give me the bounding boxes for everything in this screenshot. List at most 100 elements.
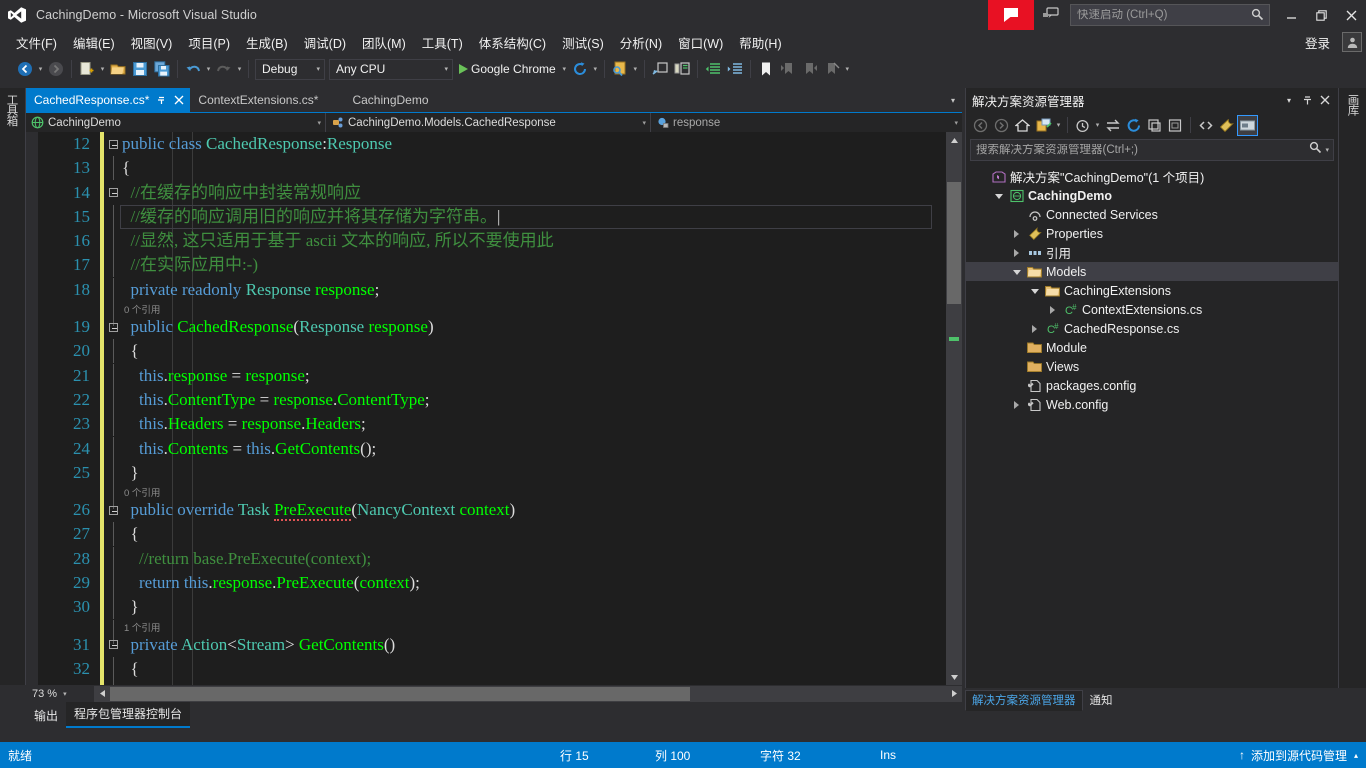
tree-item[interactable]: CachingDemo [966, 186, 1338, 205]
code-line[interactable]: 24 this.Contents = this.GetContents(); [26, 436, 932, 461]
toolbar-overflow-icon[interactable]: ▾ [843, 58, 852, 80]
code-line[interactable]: 20 { [26, 339, 932, 364]
history-icon[interactable] [1072, 115, 1093, 136]
editor-zoom-combo[interactable]: 73 % ▾ [26, 685, 92, 702]
code-line[interactable]: 15 //缓存的响应调用旧的响应并将其存储为字符串。| [26, 204, 932, 230]
code-line[interactable]: 28 //return base.PreExecute(context); [26, 546, 932, 572]
tree-item[interactable]: C # ContextExtensions.cs [966, 300, 1338, 319]
close-icon[interactable] [174, 95, 184, 105]
properties-wrench-icon[interactable] [1216, 115, 1237, 136]
sync-with-active-document-icon[interactable] [1102, 115, 1123, 136]
navigate-backward-caret-icon[interactable]: ▾ [36, 58, 45, 80]
solution-platform-combo[interactable]: Any CPU ▾ [329, 58, 453, 80]
fold-margin[interactable] [104, 656, 122, 681]
notification-icon[interactable] [1034, 0, 1068, 30]
fold-margin[interactable] [104, 498, 122, 522]
next-bookmark-icon[interactable] [799, 58, 821, 80]
footer-tab-notifications[interactable]: 通知 [1083, 690, 1120, 711]
code-line[interactable]: 23 this.Headers = response.Headers; [26, 412, 932, 437]
code-line-text[interactable]: { [122, 657, 932, 681]
code-line[interactable]: 14 //在缓存的响应中封装常规响应 [26, 180, 932, 205]
fold-margin[interactable] [104, 363, 122, 388]
code-line-text[interactable]: this.ContentType = response.ContentType; [122, 388, 932, 412]
fold-margin[interactable] [104, 132, 122, 156]
refresh-icon[interactable] [1123, 115, 1144, 136]
show-all-files-icon[interactable] [1195, 115, 1216, 136]
start-debugging-caret-icon[interactable]: ▾ [560, 58, 569, 80]
search-icon[interactable] [1251, 8, 1264, 26]
code-line[interactable]: 26 public override Task PreExecute(Nancy… [26, 498, 932, 523]
server-explorer-tab-strip[interactable]: 画库 [1338, 88, 1366, 688]
breadcrumb-project[interactable]: CachingDemo ▾ [26, 113, 326, 132]
bookmark-icon[interactable] [755, 58, 777, 80]
navigate-forward-icon[interactable] [45, 58, 67, 80]
code-line-text[interactable]: return this.response.PreExecute(context)… [122, 571, 932, 595]
tree-twisty[interactable] [990, 192, 1007, 199]
menu-item-team[interactable]: 团队(M) [354, 30, 414, 55]
tree-item[interactable]: Web.config [966, 395, 1338, 414]
editor-text-surface[interactable]: 12 public class CachedResponse:Response 13… [26, 132, 932, 685]
undo-icon[interactable] [182, 58, 204, 80]
menu-item-edit[interactable]: 编辑(E) [65, 30, 123, 55]
clear-bookmarks-icon[interactable] [821, 58, 843, 80]
fold-margin[interactable] [104, 460, 122, 485]
footer-tab-solution-explorer[interactable]: 解决方案资源管理器 [965, 690, 1083, 711]
fold-margin[interactable] [104, 204, 122, 229]
code-line[interactable]: 25 } [26, 460, 932, 486]
redo-icon[interactable] [213, 58, 235, 80]
toolbox-vertical-tab-label[interactable]: 工具箱 [5, 94, 18, 126]
refresh-browser-icon[interactable] [569, 58, 591, 80]
fold-margin[interactable] [104, 546, 122, 571]
fold-margin[interactable] [104, 156, 122, 181]
tree-item[interactable]: packages.config [966, 376, 1338, 395]
fold-margin[interactable] [104, 253, 122, 278]
fold-margin[interactable] [104, 339, 122, 364]
tree-item[interactable]: Module [966, 338, 1338, 357]
editor-horizontal-scroll-thumb[interactable] [110, 686, 690, 701]
output-dock-tab-output[interactable]: 输出 [26, 704, 66, 728]
chevron-down-icon[interactable]: ▾ [1054, 121, 1063, 129]
tree-item[interactable]: C # CachedResponse.cs [966, 319, 1338, 338]
fold-margin[interactable] [104, 315, 122, 339]
document-tab-cachedresponse[interactable]: CachedResponse.cs* [26, 88, 191, 112]
code-line[interactable]: 21 this.response = response; [26, 363, 932, 388]
tree-item[interactable]: Connected Services [966, 205, 1338, 224]
fold-margin[interactable] [104, 387, 122, 412]
new-folder-icon[interactable] [1165, 115, 1186, 136]
code-line-text[interactable]: this.Contents = this.GetContents(); [122, 437, 932, 461]
chevron-down-icon[interactable]: ▾ [632, 119, 646, 127]
preview-selected-items-icon[interactable] [1237, 114, 1258, 136]
chevron-up-icon[interactable]: ▴ [1354, 751, 1358, 760]
chevron-right-icon[interactable] [1032, 324, 1037, 333]
tree-item[interactable]: Models [966, 262, 1338, 281]
menu-item-debug[interactable]: 调试(D) [296, 30, 354, 55]
code-line[interactable]: 32 { [26, 656, 932, 682]
new-project-icon[interactable] [76, 58, 98, 80]
code-line[interactable]: 16 //显然, 这只适用于基于 ascii 文本的响应, 所以不要使用此 [26, 229, 932, 254]
menu-item-tools[interactable]: 工具(T) [414, 30, 471, 55]
find-overflow-caret-icon[interactable]: ▾ [631, 58, 640, 80]
code-line[interactable]: 19 public CachedResponse(Response respon… [26, 315, 932, 340]
code-line[interactable]: 29 return this.response.PreExecute(conte… [26, 571, 932, 596]
find-in-files-icon[interactable] [609, 58, 631, 80]
chevron-down-icon[interactable]: ▾ [308, 65, 320, 73]
chevron-down-icon[interactable]: ▾ [1280, 90, 1298, 110]
code-line[interactable]: 27 { [26, 522, 932, 547]
start-debugging-button[interactable]: Google Chrome [455, 62, 560, 76]
menu-item-architecture[interactable]: 体系结构(C) [471, 30, 554, 55]
tree-item[interactable]: CachingExtensions [966, 281, 1338, 300]
fold-margin[interactable] [104, 229, 122, 254]
menu-item-view[interactable]: 视图(V) [123, 30, 181, 55]
code-line-text[interactable]: //缓存的响应调用旧的响应并将其存储为字符串。| [122, 205, 932, 229]
menu-item-window[interactable]: 窗口(W) [670, 30, 731, 55]
code-editor[interactable]: 12 public class CachedResponse:Response 13… [26, 132, 962, 685]
editor-vertical-scrollbar[interactable] [946, 132, 962, 685]
save-icon[interactable] [129, 58, 151, 80]
tab-overflow-icon[interactable]: ▾ [944, 88, 962, 112]
solution-explorer-search-input[interactable] [971, 144, 1271, 156]
code-line-text[interactable]: } [122, 461, 932, 485]
code-line-text[interactable]: //显然, 这只适用于基于 ascii 文本的响应, 所以不要使用此 [122, 229, 932, 253]
comment-selection-icon[interactable] [649, 58, 671, 80]
tree-twisty[interactable] [1008, 400, 1025, 409]
breadcrumb-member[interactable]: response ▾ [651, 113, 962, 132]
